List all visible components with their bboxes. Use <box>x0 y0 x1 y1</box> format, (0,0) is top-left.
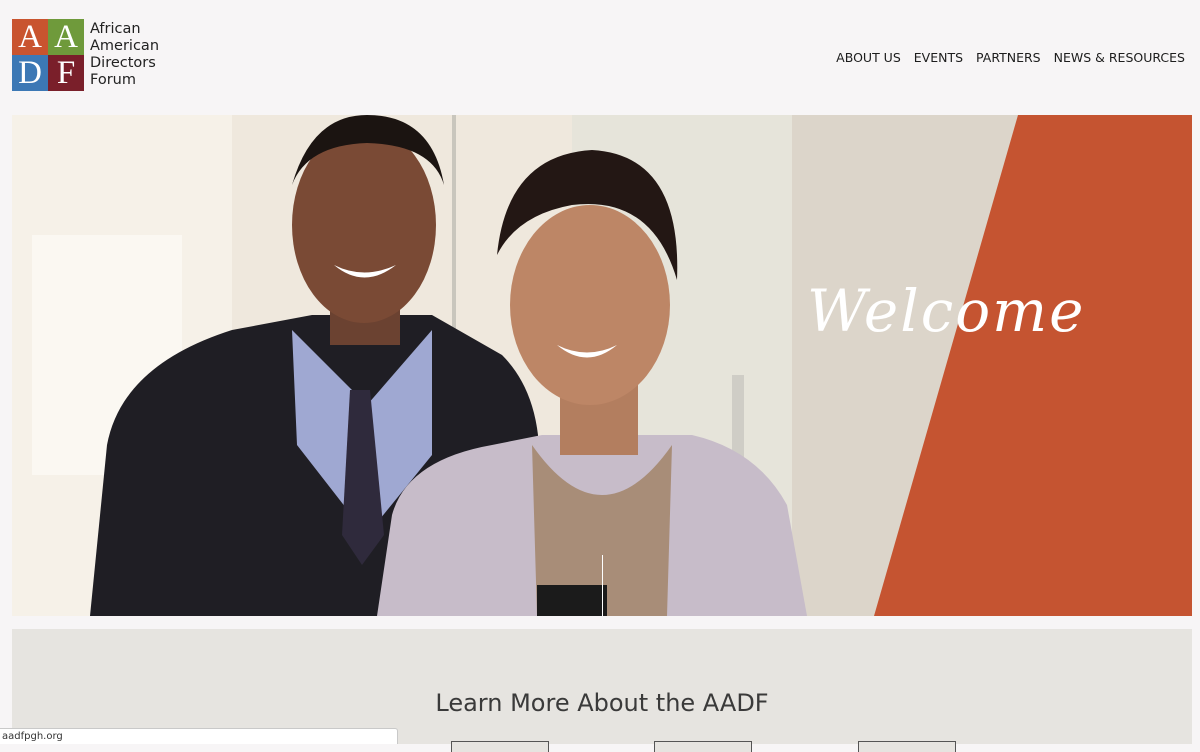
welcome-heading: Welcome <box>807 277 1086 345</box>
learn-more-section: Learn More About the AADF <box>12 629 1192 752</box>
nav-news-resources[interactable]: NEWS & RESOURCES <box>1054 50 1185 65</box>
nav-events[interactable]: EVENTS <box>914 50 963 65</box>
hero-banner: Welcome <box>12 115 1192 616</box>
nav-about-us[interactable]: ABOUT US <box>836 50 901 65</box>
logo-wordmark: African American Directors Forum <box>90 21 159 89</box>
logo-line-1: African <box>90 21 141 37</box>
logo-line-2: American <box>90 38 160 54</box>
logo-letter-a2: A <box>48 19 84 55</box>
browser-status-bar: aadfpgh.org <box>0 728 398 744</box>
logo-line-3: Directors <box>90 55 156 71</box>
learn-more-button-3[interactable] <box>858 741 956 752</box>
logo-letter-f: F <box>48 55 84 91</box>
learn-more-button-2[interactable] <box>654 741 752 752</box>
logo-mark: A A D F <box>12 19 84 91</box>
logo-letter-a1: A <box>12 19 48 55</box>
site-header: A A D F African American Directors Forum… <box>0 0 1200 115</box>
logo-letter-d: D <box>12 55 48 91</box>
learn-more-title: Learn More About the AADF <box>435 689 769 717</box>
nav-partners[interactable]: PARTNERS <box>976 50 1041 65</box>
logo-line-4: Forum <box>90 72 136 88</box>
learn-more-button-1[interactable] <box>451 741 549 752</box>
main-nav: ABOUT US EVENTS PARTNERS NEWS & RESOURCE… <box>836 50 1185 65</box>
aadf-logo[interactable]: A A D F African American Directors Forum <box>12 19 159 91</box>
scroll-indicator[interactable] <box>602 555 603 616</box>
hero-image <box>12 115 1192 616</box>
